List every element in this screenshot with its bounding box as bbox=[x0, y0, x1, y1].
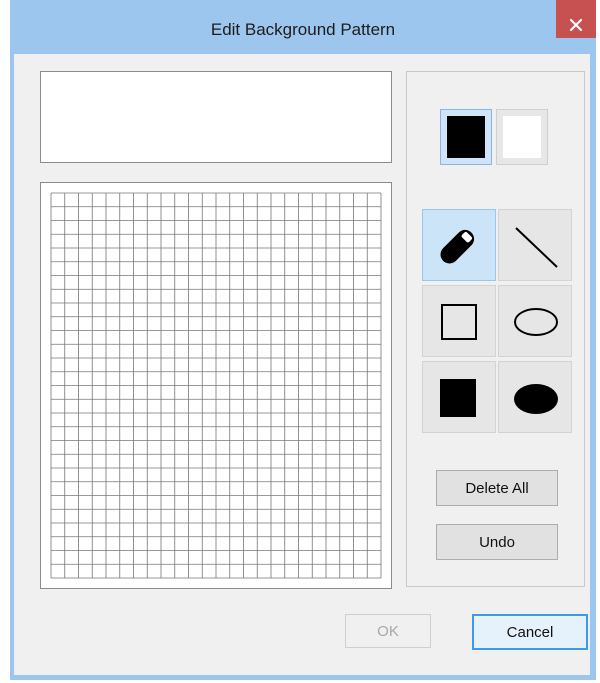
cancel-button[interactable]: Cancel bbox=[472, 614, 588, 650]
pattern-preview bbox=[40, 71, 392, 163]
delete-all-button[interactable]: Delete All bbox=[436, 470, 558, 506]
pen-icon bbox=[440, 229, 475, 264]
pen-tool-button[interactable] bbox=[422, 209, 496, 281]
undo-button[interactable]: Undo bbox=[436, 524, 558, 560]
filled-rectangle-tool-button[interactable] bbox=[422, 361, 496, 433]
rectangle-outline-icon bbox=[441, 304, 477, 340]
edit-background-pattern-dialog: Edit Background Pattern Delete All Undo … bbox=[10, 0, 596, 680]
ok-button[interactable]: OK bbox=[345, 614, 431, 648]
rectangle-filled-icon bbox=[440, 379, 476, 417]
dialog-title: Edit Background Pattern bbox=[210, 20, 396, 39]
tool-panel: Delete All Undo bbox=[406, 71, 585, 587]
ellipse-outline-icon bbox=[514, 308, 558, 336]
ellipse-tool-button[interactable] bbox=[498, 285, 572, 357]
title-bar[interactable]: Edit Background Pattern bbox=[10, 0, 596, 58]
foreground-color-swatch[interactable] bbox=[440, 109, 492, 165]
foreground-color-fill bbox=[447, 116, 485, 158]
ellipse-filled-icon bbox=[514, 384, 558, 414]
filled-ellipse-tool-button[interactable] bbox=[498, 361, 572, 433]
line-icon bbox=[515, 227, 558, 268]
rectangle-tool-button[interactable] bbox=[422, 285, 496, 357]
background-color-swatch[interactable] bbox=[496, 109, 548, 165]
close-button[interactable] bbox=[556, 0, 596, 38]
background-color-fill bbox=[503, 116, 541, 158]
pattern-editor-grid[interactable] bbox=[40, 182, 392, 589]
close-icon bbox=[569, 18, 583, 32]
grid-lines bbox=[50, 192, 382, 579]
line-tool-button[interactable] bbox=[498, 209, 572, 281]
dialog-body: Delete All Undo OK Cancel bbox=[14, 54, 590, 675]
